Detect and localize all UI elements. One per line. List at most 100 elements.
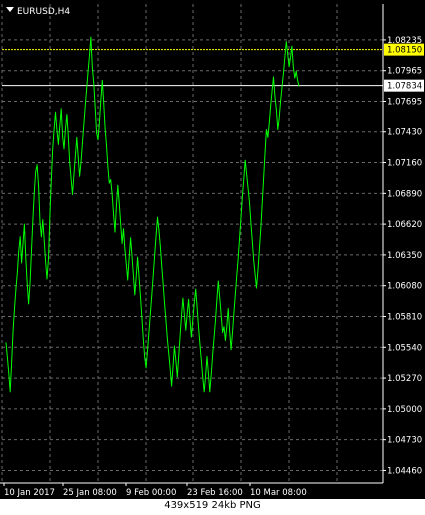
data-point — [205, 375, 207, 377]
data-point — [91, 66, 93, 68]
data-point — [31, 249, 32, 251]
y-tick-label: 1.05270 — [387, 374, 422, 384]
data-point — [229, 329, 231, 331]
data-point — [295, 70, 297, 72]
data-point — [202, 376, 204, 378]
data-point — [29, 281, 31, 283]
data-point — [137, 256, 139, 258]
data-point — [5, 342, 7, 344]
data-point — [261, 203, 263, 205]
data-point — [147, 350, 148, 352]
data-point — [140, 296, 141, 298]
data-point — [240, 216, 242, 218]
data-point — [176, 376, 178, 378]
data-point — [75, 155, 76, 157]
y-tick-label: 1.05000 — [387, 405, 422, 415]
data-point — [216, 299, 218, 300]
data-point — [264, 153, 266, 154]
data-point — [263, 178, 264, 179]
data-point — [237, 259, 239, 260]
data-point — [242, 196, 243, 198]
data-point — [106, 145, 107, 146]
data-point — [161, 264, 163, 266]
data-point — [179, 335, 181, 337]
data-point — [193, 302, 195, 304]
data-point — [79, 175, 80, 177]
data-point — [251, 240, 253, 242]
data-point — [195, 288, 197, 290]
data-point — [114, 231, 116, 233]
data-point — [77, 156, 79, 158]
data-point — [32, 219, 34, 221]
data-point — [183, 313, 185, 315]
data-point — [41, 236, 42, 238]
data-point — [227, 308, 229, 309]
data-point — [138, 277, 140, 279]
data-point — [239, 237, 241, 239]
data-point — [11, 360, 13, 362]
data-point — [294, 77, 296, 79]
data-point — [58, 143, 59, 145]
data-point — [174, 345, 175, 347]
y-tick-label: 1.07430 — [387, 128, 422, 138]
data-point — [165, 319, 167, 321]
data-point — [215, 319, 216, 321]
data-point — [42, 219, 44, 221]
data-point — [246, 173, 248, 175]
data-point — [220, 313, 222, 315]
data-point — [249, 202, 250, 203]
data-point — [167, 338, 168, 340]
data-point — [103, 102, 105, 104]
data-point — [120, 223, 122, 225]
data-point — [46, 278, 48, 280]
data-point — [60, 108, 62, 110]
y-tick-label: 1.06080 — [387, 282, 422, 292]
data-point — [55, 111, 56, 113]
data-point — [288, 66, 290, 68]
chart-window[interactable]: 1.08235 1.07965 1.07695 1.07430 1.07160 1.068… — [0, 0, 425, 515]
y-tick-label: 1.06620 — [387, 220, 422, 230]
data-point — [172, 366, 174, 368]
data-point — [273, 76, 274, 78]
data-point — [169, 368, 171, 370]
data-point — [66, 114, 68, 115]
data-point — [113, 214, 114, 216]
data-point — [49, 215, 51, 217]
data-point — [135, 276, 137, 277]
data-point — [168, 353, 170, 355]
data-point — [256, 287, 257, 289]
data-point — [145, 367, 147, 369]
y-tick-label: 1.07695 — [387, 98, 422, 108]
data-point — [254, 273, 256, 275]
data-point — [203, 391, 205, 393]
data-point — [35, 171, 37, 173]
y-tick-label: 1.06890 — [387, 189, 422, 199]
data-point — [131, 255, 133, 257]
data-point — [128, 257, 130, 259]
price-chart[interactable]: 1.082351.079651.076951.074301.071601.068… — [0, 0, 425, 499]
data-point — [43, 239, 45, 241]
data-point — [116, 205, 117, 207]
data-point — [107, 166, 109, 168]
data-point — [118, 202, 120, 203]
data-point — [253, 260, 255, 261]
data-point — [266, 129, 267, 130]
data-point — [151, 294, 153, 296]
data-point — [89, 54, 90, 56]
data-point — [257, 269, 259, 271]
data-point — [192, 319, 194, 321]
data-point — [196, 307, 198, 308]
data-point — [219, 296, 221, 298]
data-point — [152, 275, 154, 276]
data-point — [80, 162, 82, 163]
data-point — [110, 179, 112, 181]
data-point — [158, 229, 160, 231]
price-tag-label: 1.08150 — [387, 46, 422, 56]
data-point — [142, 338, 144, 340]
data-point — [97, 139, 99, 141]
data-point — [208, 373, 209, 374]
data-point — [217, 280, 219, 282]
data-point — [111, 194, 113, 195]
data-point — [39, 221, 41, 223]
y-tick-label: 1.05540 — [387, 343, 422, 353]
